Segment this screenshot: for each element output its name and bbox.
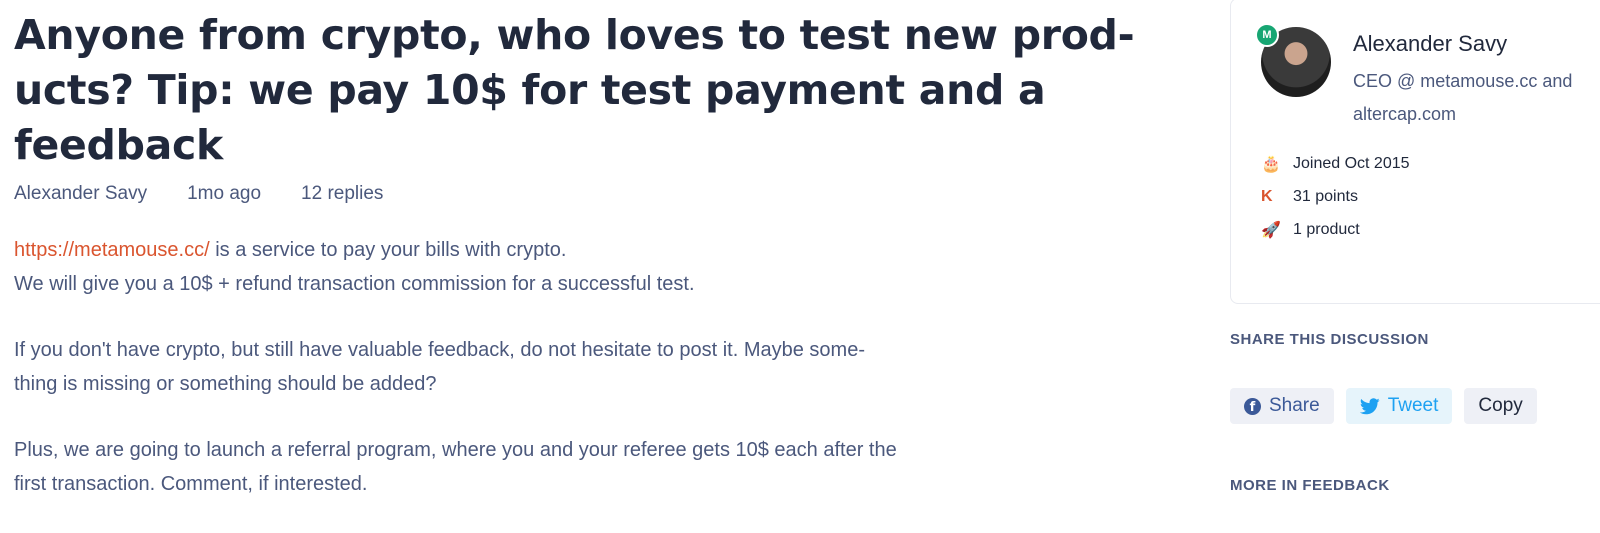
cake-icon: 🎂 <box>1261 155 1281 173</box>
tweet-button[interactable]: Tweet <box>1345 388 1453 424</box>
body-line: If you don't have crypto, but still have… <box>14 339 865 361</box>
share-label: Share <box>1269 395 1320 416</box>
facebook-icon: f <box>1244 397 1261 415</box>
rocket-icon: 🚀 <box>1261 221 1281 239</box>
stat-text: 31 points <box>1293 187 1358 205</box>
paragraph: If you don't have crypto, but still have… <box>14 333 1034 401</box>
author-card: M Alexander Savy CEO @ metamouse.cc and … <box>1230 0 1600 304</box>
stat-points: K 31 points <box>1261 180 1410 213</box>
body-line: We will give you a 10$ + refund transact… <box>14 273 695 295</box>
title-line: ucts? Tip: we pay 10$ for test payment a… <box>14 66 1046 114</box>
metamouse-link[interactable]: https://metamouse.cc/ <box>14 239 210 261</box>
profile-headline: CEO @ metamouse.cc and altercap.com <box>1353 71 1573 124</box>
facebook-share-button[interactable]: f Share <box>1230 388 1334 424</box>
share-heading: SHARE THIS DISCUSSION <box>1230 331 1429 348</box>
title-line: feedback <box>14 121 223 169</box>
body-line: first transaction. Comment, if intereste… <box>14 473 368 495</box>
profile-name[interactable]: Alexander Savy <box>1353 31 1507 57</box>
profile-stats: 🎂 Joined Oct 2015 K 31 points 🚀 1 produc… <box>1261 147 1410 246</box>
stat-products[interactable]: 🚀 1 product <box>1261 213 1410 246</box>
post-time: 1mo ago <box>187 183 262 204</box>
title-line: Anyone from crypto, who loves to test ne… <box>14 11 1135 59</box>
paragraph: Plus, we are going to launch a referral … <box>14 433 1034 501</box>
copy-label: Copy <box>1478 395 1523 416</box>
discussion-title: Anyone from crypto, who loves to test ne… <box>14 8 1135 173</box>
body-text: is a service to pay your bills with cryp… <box>209 239 567 261</box>
karma-icon: K <box>1261 187 1273 205</box>
share-buttons: f Share Tweet Copy <box>1230 388 1549 424</box>
stat-joined: 🎂 Joined Oct 2015 <box>1261 147 1410 180</box>
author-name[interactable]: Alexander Savy <box>14 183 147 205</box>
discussion-meta: Alexander Savy 1mo ago 12 replies <box>14 183 1034 205</box>
copy-link-button[interactable]: Copy <box>1464 388 1537 424</box>
twitter-icon <box>1359 397 1380 415</box>
maker-badge: M <box>1255 23 1279 47</box>
body-line: thing is missing or something should be … <box>14 373 437 395</box>
stat-text: 1 product <box>1293 220 1360 238</box>
tweet-label: Tweet <box>1387 395 1439 416</box>
body-line: Plus, we are going to launch a referral … <box>14 439 897 461</box>
stat-text: Joined Oct 2015 <box>1293 154 1410 172</box>
body-line: https://metamouse.cc/ is a service to pa… <box>14 233 1034 267</box>
discussion-body: https://metamouse.cc/ is a service to pa… <box>14 233 1034 501</box>
more-heading: MORE IN FEEDBACK <box>1230 477 1390 494</box>
paragraph: https://metamouse.cc/ is a service to pa… <box>14 233 1034 301</box>
discussion-main: Anyone from crypto, who loves to test ne… <box>14 0 1135 533</box>
replies-count[interactable]: 12 replies <box>301 183 383 205</box>
